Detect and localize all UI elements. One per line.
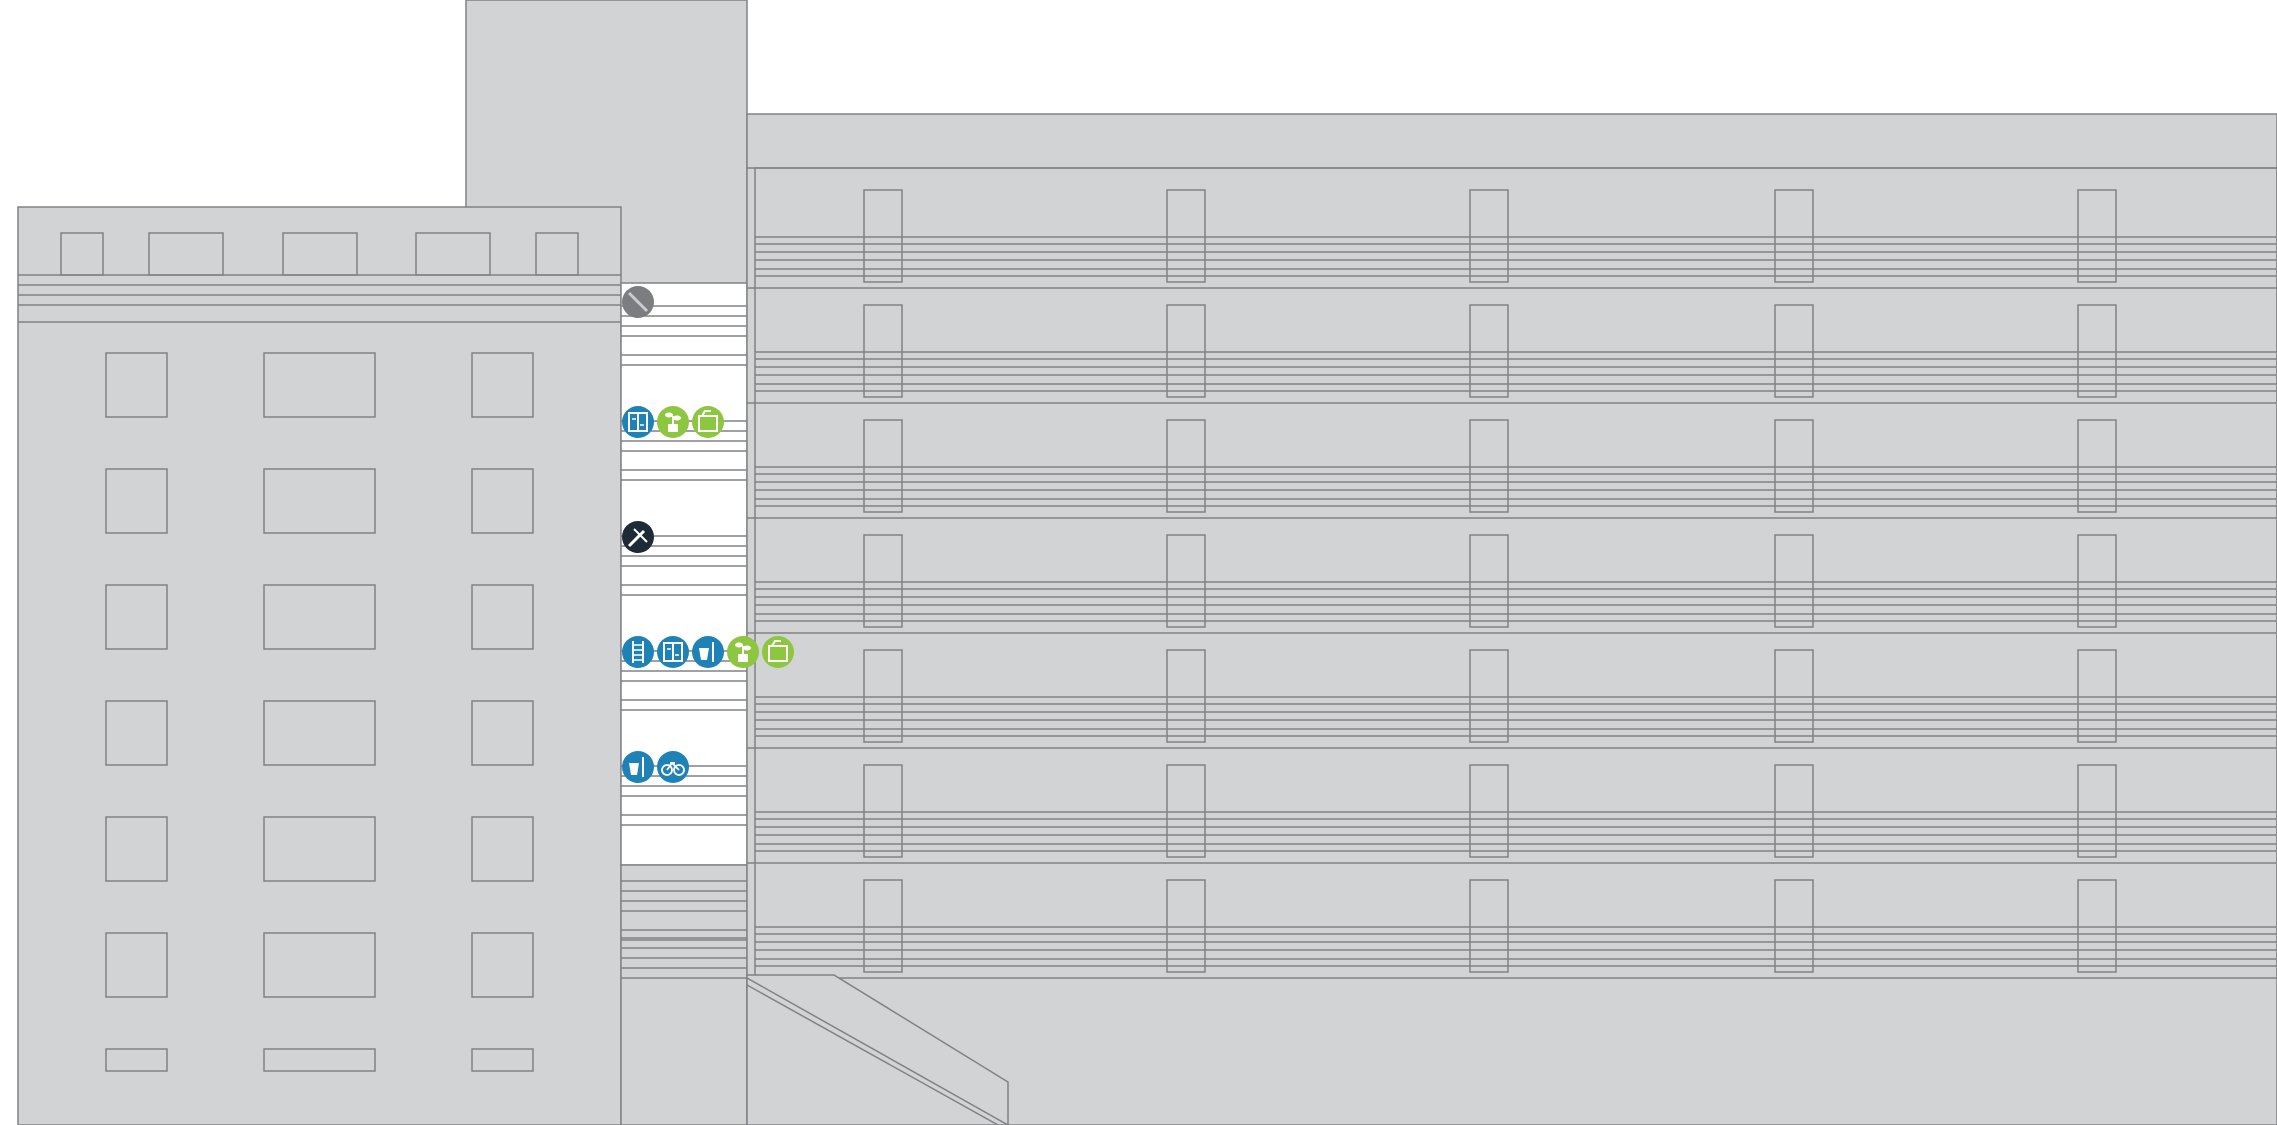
plant-icon: [657, 406, 689, 438]
bucket-icon: [692, 636, 724, 668]
tools-icon: [622, 521, 654, 553]
book-icon: [622, 406, 654, 438]
right-building: [746, 113, 2277, 1125]
ladder-icon: [622, 636, 654, 668]
no-entry-icon: [622, 286, 654, 318]
bag-icon: [762, 636, 794, 668]
bicycle-icon: [657, 751, 689, 783]
bag-icon: [692, 406, 724, 438]
left-building: [17, 206, 622, 1125]
book-icon: [657, 636, 689, 668]
building-section-diagram: [0, 0, 2277, 1125]
bucket-icon: [622, 751, 654, 783]
plant-icon: [727, 636, 759, 668]
